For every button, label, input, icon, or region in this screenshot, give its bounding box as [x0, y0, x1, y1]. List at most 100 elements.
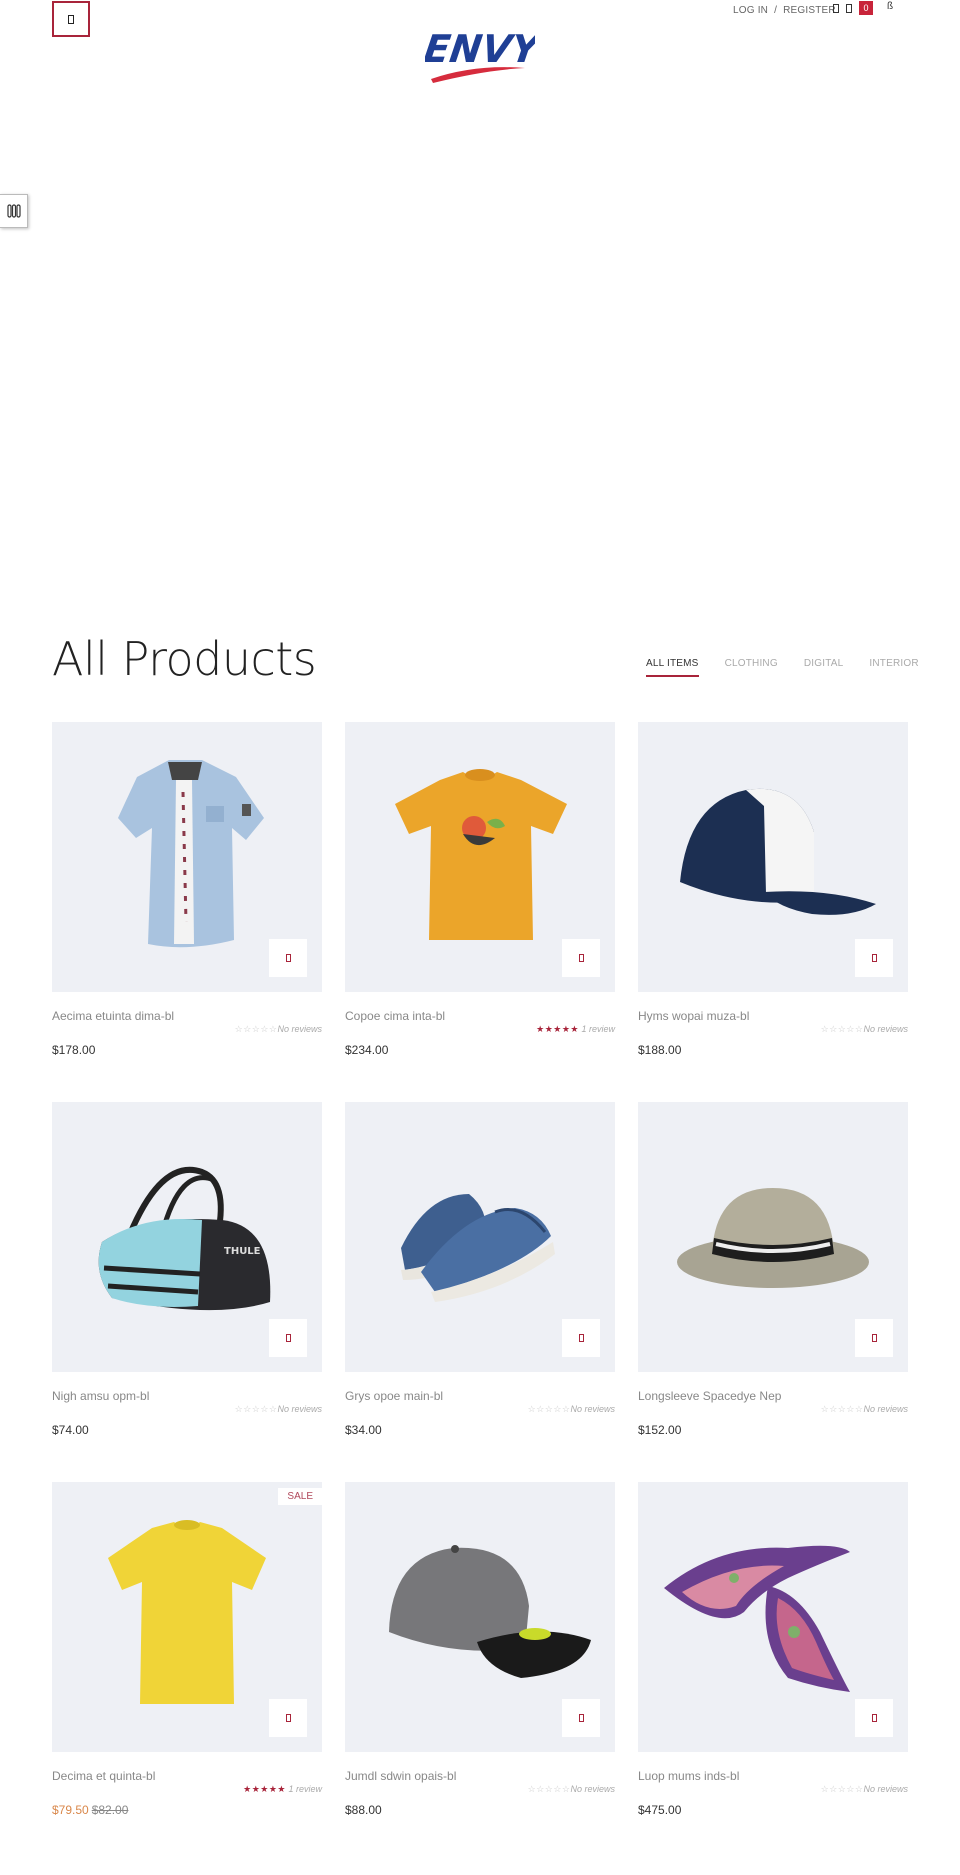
product-rating: ☆☆☆☆☆No reviews — [638, 1784, 908, 1796]
rating-text: 1 review — [581, 1024, 615, 1034]
login-link[interactable]: LOG IN — [733, 5, 768, 16]
product-image-duffel-bag[interactable]: THULE — [52, 1102, 322, 1372]
rating-stars: ☆☆☆☆☆ — [820, 1784, 864, 1794]
envy-logo[interactable]: ENVY — [425, 24, 535, 90]
product-card[interactable]: SALE Decima et quinta-bl ★★★★★ 1 review … — [52, 1482, 322, 1817]
sale-badge: SALE — [278, 1488, 322, 1505]
side-settings-tab[interactable] — [0, 194, 28, 228]
product-card[interactable]: Longsleeve Spacedye Nep ☆☆☆☆☆No reviews … — [638, 1102, 908, 1437]
product-rating: ★★★★★ 1 review — [345, 1024, 615, 1036]
page-title: All Products — [52, 632, 317, 686]
product-image-trucker-cap[interactable] — [638, 722, 908, 992]
logo-text: ENVY — [425, 28, 535, 72]
quick-view-button[interactable] — [269, 1319, 307, 1357]
product-name[interactable]: Luop mums inds-bl — [638, 1769, 908, 1783]
product-image-silk-scarf[interactable] — [638, 1482, 908, 1752]
quick-view-button[interactable] — [562, 1319, 600, 1357]
cart-count-badge: 0 — [859, 1, 873, 15]
register-link[interactable]: REGISTER — [783, 5, 836, 16]
product-price: $475.00 — [638, 1803, 908, 1817]
rating-stars: ☆☆☆☆☆ — [234, 1024, 278, 1034]
quick-view-button[interactable] — [269, 939, 307, 977]
product-card[interactable]: THULE Nigh amsu opm-bl ☆☆☆☆☆No reviews $… — [52, 1102, 322, 1437]
filter-all-items[interactable]: ALL ITEMS — [646, 658, 699, 677]
header-icons: 0 — [833, 1, 873, 15]
quick-view-button[interactable] — [562, 939, 600, 977]
product-price: $79.50 $82.00 — [52, 1803, 322, 1817]
product-rating: ☆☆☆☆☆No reviews — [638, 1404, 908, 1416]
quick-view-icon — [285, 1714, 291, 1722]
rating-text: No reviews — [863, 1784, 908, 1794]
quick-view-icon — [578, 1334, 584, 1342]
category-filters: ALL ITEMS CLOTHING DIGITAL INTERIOR — [646, 658, 919, 677]
price-value: $475.00 — [638, 1803, 682, 1817]
rating-stars: ★★★★★ — [243, 1784, 286, 1794]
account-links: LOG IN / REGISTER — [733, 5, 836, 16]
product-rating: ☆☆☆☆☆No reviews — [345, 1404, 615, 1416]
rating-stars: ☆☆☆☆☆ — [234, 1404, 278, 1414]
product-name[interactable]: Nigh amsu opm-bl — [52, 1389, 322, 1403]
rating-text: No reviews — [277, 1024, 322, 1034]
price-value: $178.00 — [52, 1043, 96, 1057]
rating-text: No reviews — [570, 1404, 615, 1414]
quick-view-button[interactable] — [562, 1699, 600, 1737]
price-value: $188.00 — [638, 1043, 682, 1057]
quick-view-icon — [871, 1334, 877, 1342]
link-separator: / — [774, 5, 778, 16]
cart-icon[interactable] — [846, 3, 852, 13]
price-value: $88.00 — [345, 1803, 382, 1817]
price-value: $34.00 — [345, 1423, 382, 1437]
product-card[interactable]: Grys opoe main-bl ☆☆☆☆☆No reviews $34.00 — [345, 1102, 615, 1437]
product-name[interactable]: Copoe cima inta-bl — [345, 1009, 615, 1023]
quick-view-button[interactable] — [855, 1319, 893, 1357]
product-card[interactable]: Jumdl sdwin opais-bl ☆☆☆☆☆No reviews $88… — [345, 1482, 615, 1817]
product-rating: ☆☆☆☆☆No reviews — [52, 1404, 322, 1416]
rating-stars: ★★★★★ — [536, 1024, 579, 1034]
product-name[interactable]: Longsleeve Spacedye Nep — [638, 1389, 908, 1403]
quick-view-button[interactable] — [269, 1699, 307, 1737]
product-image-orange-tshirt[interactable] — [345, 722, 615, 992]
wishlist-icon[interactable] — [833, 3, 839, 13]
filter-digital[interactable]: DIGITAL — [804, 658, 844, 677]
rating-text: No reviews — [863, 1024, 908, 1034]
product-name[interactable]: Decima et quinta-bl — [52, 1769, 322, 1783]
product-card[interactable]: Aecima etuinta dima-bl ☆☆☆☆☆No reviews $… — [52, 722, 322, 1057]
filter-interior[interactable]: INTERIOR — [869, 658, 918, 677]
menu-icon — [68, 14, 74, 24]
product-name[interactable]: Grys opoe main-bl — [345, 1389, 615, 1403]
sale-price: $79.50 — [52, 1803, 89, 1817]
product-name[interactable]: Jumdl sdwin opais-bl — [345, 1769, 615, 1783]
menu-button[interactable] — [52, 1, 90, 37]
product-price: $34.00 — [345, 1423, 615, 1437]
product-image-denim-shirt[interactable] — [52, 722, 322, 992]
product-name[interactable]: Hyms wopai muza-bl — [638, 1009, 908, 1023]
quick-view-icon — [285, 1334, 291, 1342]
product-image-sneakers[interactable] — [345, 1102, 615, 1372]
product-card[interactable]: Hyms wopai muza-bl ☆☆☆☆☆No reviews $188.… — [638, 722, 908, 1057]
currency-icon[interactable]: ß — [887, 1, 893, 12]
product-image-yellow-tshirt[interactable]: SALE — [52, 1482, 322, 1752]
product-card[interactable]: Luop mums inds-bl ☆☆☆☆☆No reviews $475.0… — [638, 1482, 908, 1817]
price-value: $234.00 — [345, 1043, 389, 1057]
rating-stars: ☆☆☆☆☆ — [527, 1784, 571, 1794]
rating-stars: ☆☆☆☆☆ — [820, 1404, 864, 1414]
product-rating: ★★★★★ 1 review — [52, 1784, 322, 1796]
product-name[interactable]: Aecima etuinta dima-bl — [52, 1009, 322, 1023]
product-price: $234.00 — [345, 1043, 615, 1057]
price-value: $74.00 — [52, 1423, 89, 1437]
old-price: $82.00 — [91, 1803, 129, 1817]
product-card[interactable]: Copoe cima inta-bl ★★★★★ 1 review $234.0… — [345, 722, 615, 1057]
quick-view-icon — [578, 954, 584, 962]
filter-clothing[interactable]: CLOTHING — [725, 658, 778, 677]
price-value: $152.00 — [638, 1423, 682, 1437]
rating-text: 1 review — [288, 1784, 322, 1794]
quick-view-button[interactable] — [855, 939, 893, 977]
product-price: $152.00 — [638, 1423, 908, 1437]
product-rating: ☆☆☆☆☆No reviews — [638, 1024, 908, 1036]
quick-view-icon — [871, 1714, 877, 1722]
product-image-snapback-cap[interactable] — [345, 1482, 615, 1752]
quick-view-button[interactable] — [855, 1699, 893, 1737]
quick-view-icon — [285, 954, 291, 962]
product-price: $188.00 — [638, 1043, 908, 1057]
product-image-fedora-hat[interactable] — [638, 1102, 908, 1372]
